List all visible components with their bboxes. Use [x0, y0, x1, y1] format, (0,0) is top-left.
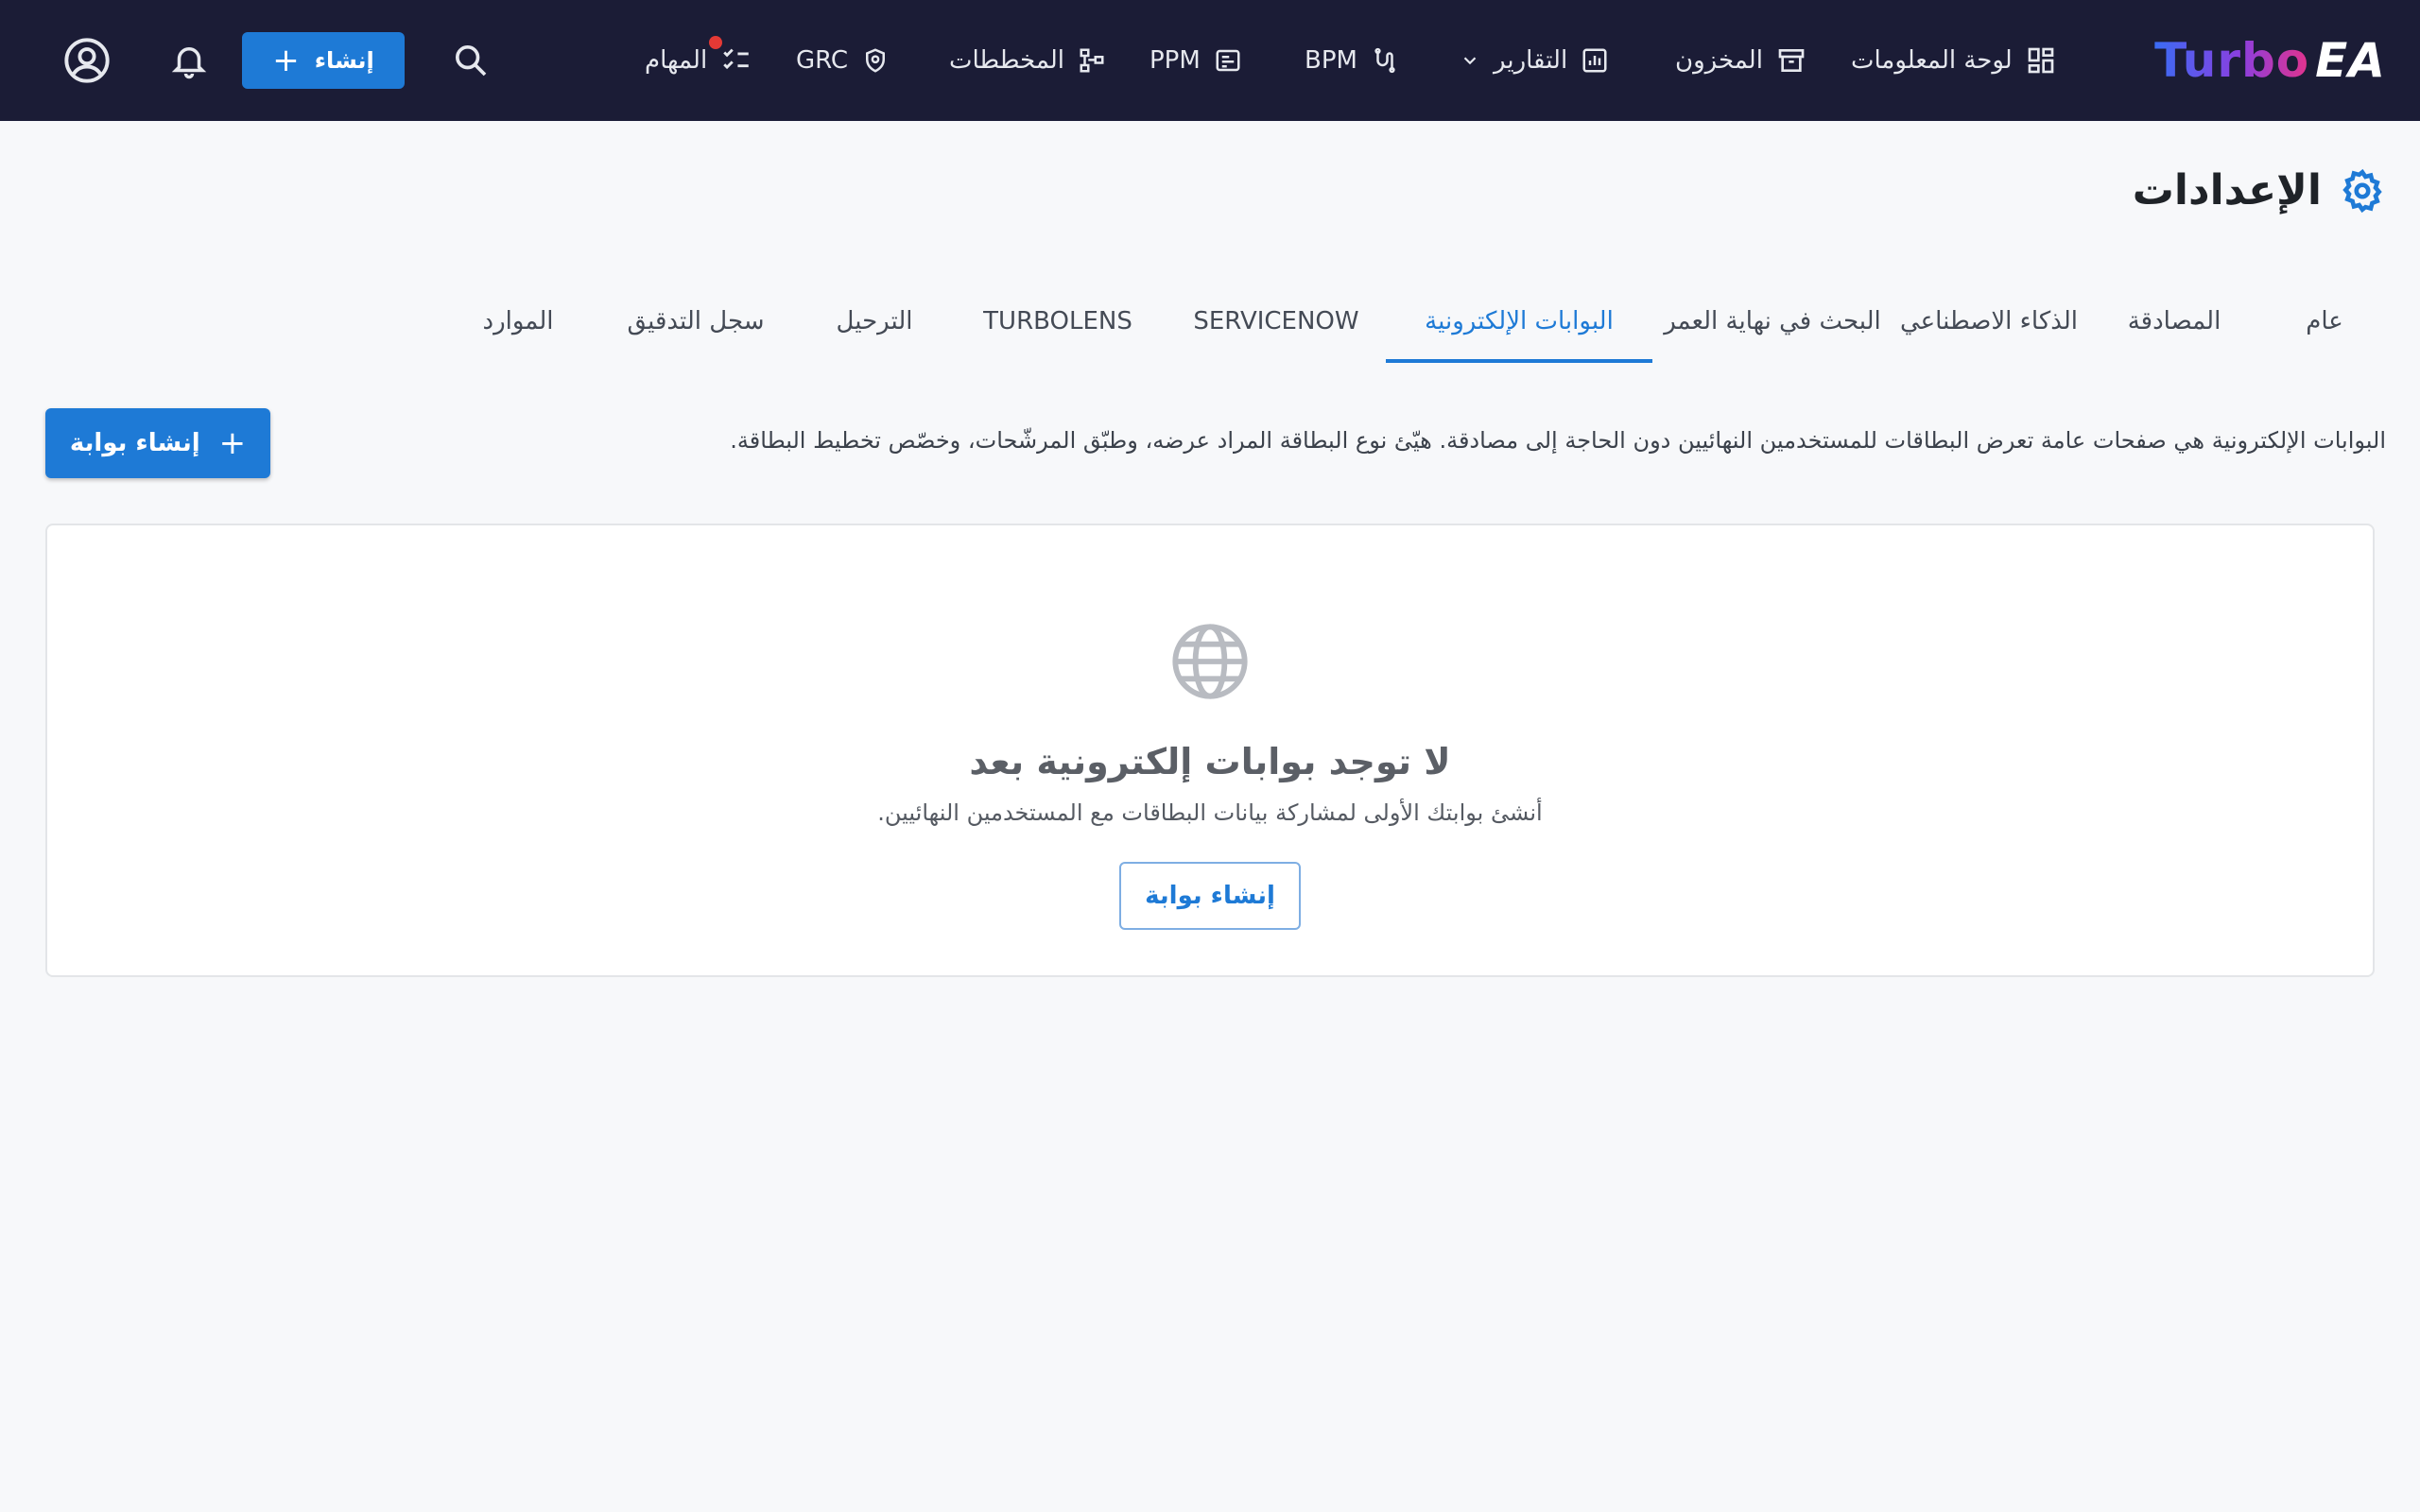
create-button-label: إنشاء [314, 47, 374, 74]
page-title-text: الإعدادات [2132, 166, 2322, 215]
top-navigation-bar: إنشاء + المهام GRC المخططات PPM BPM التق… [0, 0, 2420, 121]
nav-item-label: التقارير [1494, 46, 1568, 75]
tab-end-of-life-search[interactable]: البحث في نهاية العمر [1652, 280, 1893, 363]
diagram-icon [1080, 48, 1104, 73]
nav-item-reports[interactable]: التقارير [1460, 0, 1609, 121]
search-icon[interactable] [437, 26, 505, 94]
gear-icon [2342, 168, 2382, 213]
tab-general[interactable]: عام [2263, 280, 2386, 363]
project-board-icon [1216, 49, 1240, 72]
nav-item-inventory[interactable]: المخزون [1675, 0, 1806, 121]
nav-item-ppm[interactable]: PPM [1150, 0, 1242, 121]
nav-item-label: المهام [645, 46, 708, 75]
tab-turbolens[interactable]: TURBOLENS [949, 280, 1167, 363]
globe-icon [1168, 620, 1252, 707]
plus-icon: + [218, 424, 247, 462]
account-icon[interactable] [53, 26, 121, 94]
create-button[interactable]: إنشاء + [242, 32, 405, 89]
nav-item-label: المخزون [1675, 46, 1763, 75]
chevron-down-icon [1463, 57, 1477, 65]
create-portal-label: إنشاء بوابة [69, 429, 200, 457]
nav-item-label: لوحة المعلومات [1851, 46, 2013, 75]
tab-web-portals[interactable]: البوابات الإلكترونية [1386, 280, 1652, 363]
empty-state-subtitle: أنشئ بوابتك الأولى لمشاركة بيانات البطاق… [877, 799, 1543, 826]
nav-item-label: المخططات [949, 46, 1065, 75]
tab-ai[interactable]: الذكاء الاصطناعي [1893, 280, 2085, 363]
dashboard-icon [2028, 47, 2054, 74]
empty-state-title: لا توجد بوابات إلكترونية بعد [969, 741, 1451, 782]
notification-dot [709, 36, 722, 49]
tab-audit-log[interactable]: سجل التدقيق [592, 280, 800, 363]
empty-state-create-portal-button[interactable]: إنشاء بوابة [1119, 862, 1301, 930]
portals-description: البوابات الإلكترونية هي صفحات عامة تعرض … [730, 427, 2386, 454]
tab-authentication[interactable]: المصادقة [2085, 280, 2263, 363]
portals-empty-state-card: لا توجد بوابات إلكترونية بعد أنشئ بوابتك… [45, 524, 2375, 977]
nav-item-diagrams[interactable]: المخططات [949, 0, 1106, 121]
page-title: الإعدادات [2133, 166, 2386, 215]
settings-tabs: عام المصادقة الذكاء الاصطناعي البحث في ن… [444, 280, 2386, 363]
archive-icon [1778, 49, 1805, 72]
nav-item-label: BPM [1305, 46, 1357, 75]
logo-text-turbo: Turbo [2154, 33, 2310, 88]
shield-icon [866, 48, 886, 73]
turbo-ea-logo[interactable]: Turbo EA [2154, 28, 2386, 93]
nav-item-dashboard[interactable]: لوحة المعلومات [1851, 0, 2056, 121]
report-chart-icon [1582, 48, 1607, 73]
nav-item-label: GRC [796, 46, 849, 75]
tab-migration[interactable]: الترحيل [800, 280, 949, 363]
nav-item-bpm[interactable]: BPM [1305, 0, 1399, 121]
notifications-bell-icon[interactable] [155, 26, 223, 94]
nav-item-grc[interactable]: GRC [796, 0, 890, 121]
nav-item-tasks[interactable]: المهام [645, 0, 752, 121]
create-portal-button[interactable]: + إنشاء بوابة [45, 408, 270, 478]
logo-text-ea: EA [2315, 33, 2386, 88]
checklist-icon [723, 48, 749, 70]
tab-servicenow[interactable]: SERVICENOW [1167, 280, 1386, 363]
process-flow-icon [1374, 47, 1395, 74]
nav-item-label: PPM [1150, 46, 1201, 75]
tab-resources[interactable]: الموارد [444, 280, 592, 363]
plus-icon: + [272, 42, 300, 79]
